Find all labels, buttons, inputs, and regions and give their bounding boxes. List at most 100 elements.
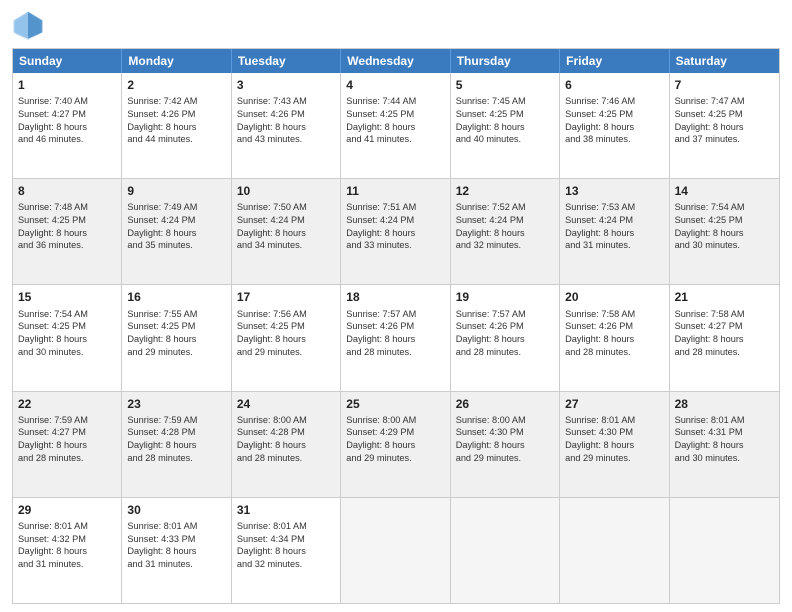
calendar-cell: 24 Sunrise: 8:00 AM Sunset: 4:28 PM Dayli…	[232, 392, 341, 497]
calendar: SundayMondayTuesdayWednesdayThursdayFrid…	[12, 48, 780, 604]
day-of-week-header: Saturday	[670, 49, 779, 73]
day-number: 31	[237, 502, 335, 518]
calendar-cell: 17 Sunrise: 7:56 AM Sunset: 4:25 PM Dayli…	[232, 285, 341, 390]
day-number: 11	[346, 183, 444, 199]
day-info: Sunrise: 7:54 AM Sunset: 4:25 PM Dayligh…	[18, 308, 116, 359]
day-number: 17	[237, 289, 335, 305]
day-info: Sunrise: 7:45 AM Sunset: 4:25 PM Dayligh…	[456, 95, 554, 146]
day-info: Sunrise: 8:01 AM Sunset: 4:30 PM Dayligh…	[565, 414, 663, 465]
day-info: Sunrise: 7:49 AM Sunset: 4:24 PM Dayligh…	[127, 201, 225, 252]
calendar-cell: 27 Sunrise: 8:01 AM Sunset: 4:30 PM Dayli…	[560, 392, 669, 497]
calendar-cell: 28 Sunrise: 8:01 AM Sunset: 4:31 PM Dayli…	[670, 392, 779, 497]
day-info: Sunrise: 7:59 AM Sunset: 4:27 PM Dayligh…	[18, 414, 116, 465]
day-number: 24	[237, 396, 335, 412]
calendar-row: 29 Sunrise: 8:01 AM Sunset: 4:32 PM Dayli…	[13, 497, 779, 603]
calendar-cell	[560, 498, 669, 603]
day-number: 29	[18, 502, 116, 518]
day-number: 28	[675, 396, 774, 412]
day-number: 25	[346, 396, 444, 412]
calendar-cell	[341, 498, 450, 603]
day-info: Sunrise: 8:00 AM Sunset: 4:29 PM Dayligh…	[346, 414, 444, 465]
day-number: 13	[565, 183, 663, 199]
calendar-cell: 15 Sunrise: 7:54 AM Sunset: 4:25 PM Dayli…	[13, 285, 122, 390]
day-info: Sunrise: 8:01 AM Sunset: 4:31 PM Dayligh…	[675, 414, 774, 465]
calendar-cell: 25 Sunrise: 8:00 AM Sunset: 4:29 PM Dayli…	[341, 392, 450, 497]
calendar-body: 1Sunrise: 7:40 AM Sunset: 4:27 PM Daylig…	[13, 73, 779, 603]
calendar-cell: 30 Sunrise: 8:01 AM Sunset: 4:33 PM Dayli…	[122, 498, 231, 603]
day-info: Sunrise: 8:00 AM Sunset: 4:30 PM Dayligh…	[456, 414, 554, 465]
calendar-row: 1Sunrise: 7:40 AM Sunset: 4:27 PM Daylig…	[13, 73, 779, 178]
day-number: 5	[456, 77, 554, 93]
day-number: 2	[127, 77, 225, 93]
day-info: Sunrise: 8:01 AM Sunset: 4:33 PM Dayligh…	[127, 520, 225, 571]
day-number: 15	[18, 289, 116, 305]
calendar-cell: 1Sunrise: 7:40 AM Sunset: 4:27 PM Daylig…	[13, 73, 122, 178]
calendar-cell: 12 Sunrise: 7:52 AM Sunset: 4:24 PM Dayli…	[451, 179, 560, 284]
calendar-cell	[670, 498, 779, 603]
calendar-cell: 20 Sunrise: 7:58 AM Sunset: 4:26 PM Dayli…	[560, 285, 669, 390]
calendar-row: 22 Sunrise: 7:59 AM Sunset: 4:27 PM Dayli…	[13, 391, 779, 497]
day-info: Sunrise: 7:56 AM Sunset: 4:25 PM Dayligh…	[237, 308, 335, 359]
day-info: Sunrise: 7:59 AM Sunset: 4:28 PM Dayligh…	[127, 414, 225, 465]
calendar-cell: 21 Sunrise: 7:58 AM Sunset: 4:27 PM Dayli…	[670, 285, 779, 390]
day-info: Sunrise: 8:01 AM Sunset: 4:34 PM Dayligh…	[237, 520, 335, 571]
day-number: 27	[565, 396, 663, 412]
day-of-week-header: Tuesday	[232, 49, 341, 73]
day-number: 3	[237, 77, 335, 93]
day-number: 22	[18, 396, 116, 412]
day-info: Sunrise: 7:57 AM Sunset: 4:26 PM Dayligh…	[456, 308, 554, 359]
day-info: Sunrise: 7:40 AM Sunset: 4:27 PM Dayligh…	[18, 95, 116, 146]
calendar-cell: 29 Sunrise: 8:01 AM Sunset: 4:32 PM Dayli…	[13, 498, 122, 603]
day-number: 26	[456, 396, 554, 412]
calendar-cell: 13Sunrise: 7:53 AM Sunset: 4:24 PM Dayli…	[560, 179, 669, 284]
calendar-cell: 31 Sunrise: 8:01 AM Sunset: 4:34 PM Dayli…	[232, 498, 341, 603]
day-number: 6	[565, 77, 663, 93]
calendar-cell: 9 Sunrise: 7:49 AM Sunset: 4:24 PM Daylig…	[122, 179, 231, 284]
day-info: Sunrise: 7:48 AM Sunset: 4:25 PM Dayligh…	[18, 201, 116, 252]
day-number: 23	[127, 396, 225, 412]
calendar-cell: 23 Sunrise: 7:59 AM Sunset: 4:28 PM Dayli…	[122, 392, 231, 497]
day-number: 18	[346, 289, 444, 305]
calendar-cell: 4 Sunrise: 7:44 AM Sunset: 4:25 PM Daylig…	[341, 73, 450, 178]
calendar-cell: 3 Sunrise: 7:43 AM Sunset: 4:26 PM Daylig…	[232, 73, 341, 178]
calendar-cell: 19Sunrise: 7:57 AM Sunset: 4:26 PM Dayli…	[451, 285, 560, 390]
calendar-cell: 7 Sunrise: 7:47 AM Sunset: 4:25 PM Daylig…	[670, 73, 779, 178]
page-header	[12, 10, 780, 42]
day-info: Sunrise: 7:58 AM Sunset: 4:26 PM Dayligh…	[565, 308, 663, 359]
calendar-cell: 6Sunrise: 7:46 AM Sunset: 4:25 PM Daylig…	[560, 73, 669, 178]
day-info: Sunrise: 7:47 AM Sunset: 4:25 PM Dayligh…	[675, 95, 774, 146]
day-info: Sunrise: 7:43 AM Sunset: 4:26 PM Dayligh…	[237, 95, 335, 146]
calendar-cell: 16Sunrise: 7:55 AM Sunset: 4:25 PM Dayli…	[122, 285, 231, 390]
day-number: 12	[456, 183, 554, 199]
day-info: Sunrise: 7:44 AM Sunset: 4:25 PM Dayligh…	[346, 95, 444, 146]
day-number: 20	[565, 289, 663, 305]
day-number: 30	[127, 502, 225, 518]
calendar-row: 15 Sunrise: 7:54 AM Sunset: 4:25 PM Dayli…	[13, 284, 779, 390]
day-info: Sunrise: 7:58 AM Sunset: 4:27 PM Dayligh…	[675, 308, 774, 359]
day-number: 4	[346, 77, 444, 93]
day-number: 10	[237, 183, 335, 199]
logo	[12, 10, 48, 42]
day-number: 7	[675, 77, 774, 93]
day-of-week-header: Friday	[560, 49, 669, 73]
day-info: Sunrise: 7:52 AM Sunset: 4:24 PM Dayligh…	[456, 201, 554, 252]
calendar-cell: 5 Sunrise: 7:45 AM Sunset: 4:25 PM Daylig…	[451, 73, 560, 178]
day-info: Sunrise: 7:57 AM Sunset: 4:26 PM Dayligh…	[346, 308, 444, 359]
calendar-cell: 11 Sunrise: 7:51 AM Sunset: 4:24 PM Dayli…	[341, 179, 450, 284]
day-of-week-header: Monday	[122, 49, 231, 73]
day-info: Sunrise: 7:50 AM Sunset: 4:24 PM Dayligh…	[237, 201, 335, 252]
day-of-week-header: Thursday	[451, 49, 560, 73]
day-info: Sunrise: 7:55 AM Sunset: 4:25 PM Dayligh…	[127, 308, 225, 359]
calendar-header: SundayMondayTuesdayWednesdayThursdayFrid…	[13, 49, 779, 73]
day-number: 21	[675, 289, 774, 305]
day-info: Sunrise: 8:01 AM Sunset: 4:32 PM Dayligh…	[18, 520, 116, 571]
calendar-cell: 14Sunrise: 7:54 AM Sunset: 4:25 PM Dayli…	[670, 179, 779, 284]
calendar-cell: 10 Sunrise: 7:50 AM Sunset: 4:24 PM Dayli…	[232, 179, 341, 284]
day-info: Sunrise: 8:00 AM Sunset: 4:28 PM Dayligh…	[237, 414, 335, 465]
calendar-cell: 18 Sunrise: 7:57 AM Sunset: 4:26 PM Dayli…	[341, 285, 450, 390]
calendar-cell	[451, 498, 560, 603]
calendar-cell: 26 Sunrise: 8:00 AM Sunset: 4:30 PM Dayli…	[451, 392, 560, 497]
day-info: Sunrise: 7:51 AM Sunset: 4:24 PM Dayligh…	[346, 201, 444, 252]
day-number: 9	[127, 183, 225, 199]
calendar-cell: 22 Sunrise: 7:59 AM Sunset: 4:27 PM Dayli…	[13, 392, 122, 497]
